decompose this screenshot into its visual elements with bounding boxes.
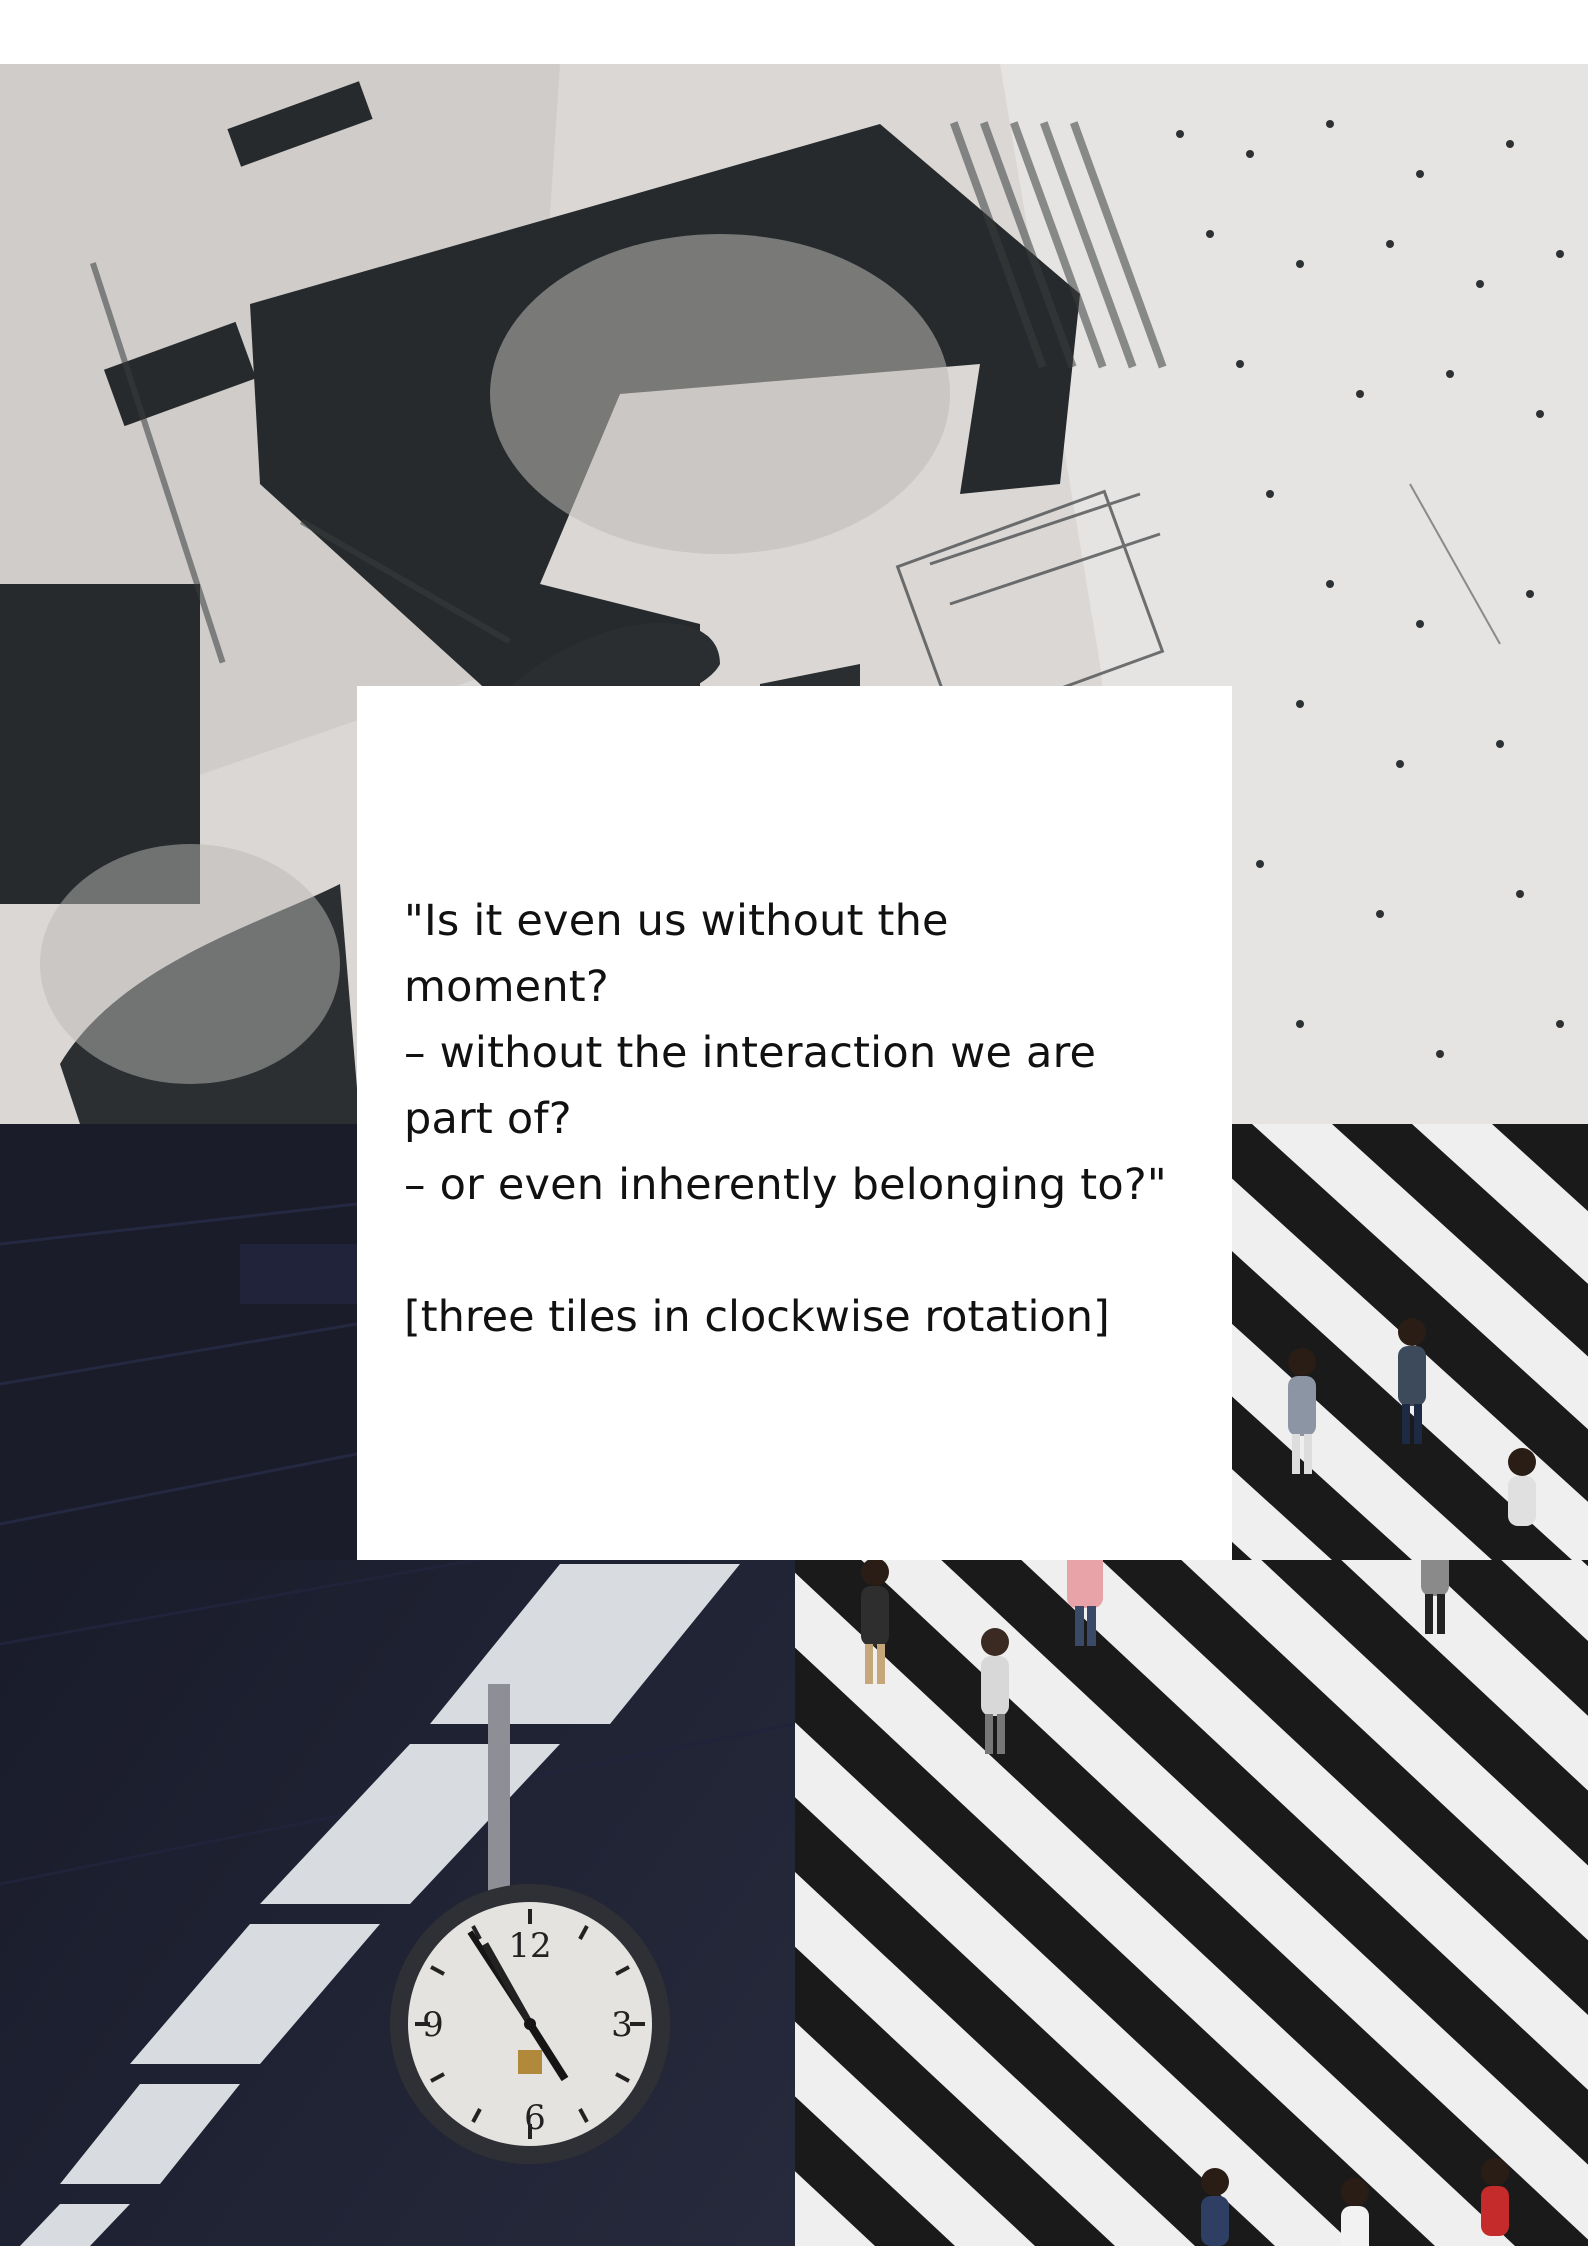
quote-line-1: "Is it even us without the <box>404 896 949 946</box>
quote-card: "Is it even us without the moment? – wit… <box>357 686 1232 1560</box>
top-margin <box>0 0 1588 64</box>
pedestrian-crossing-upper-photo-icon <box>1232 1124 1588 1560</box>
clock-numeral-9: 9 <box>422 2005 444 2045</box>
quote-line-2: moment? <box>404 962 609 1012</box>
clock-numeral-6: 6 <box>524 2098 546 2138</box>
pedestrian-crossing-tile-upper <box>1232 1124 1588 1560</box>
quote-line-5: – or even inherently belonging to?" <box>404 1160 1167 1210</box>
station-clock-upper-photo-icon <box>0 1124 357 1560</box>
clock-numeral-3: 3 <box>611 2005 633 2045</box>
clock-numeral-12: 12 <box>508 1926 551 1966</box>
quote-line-4: part of? <box>404 1094 572 1144</box>
tiles-caption: [three tiles in clockwise rotation] <box>404 1292 1110 1342</box>
station-clock-tile-upper <box>0 1124 357 1560</box>
quote-line-3: – without the interaction we are <box>404 1028 1097 1078</box>
